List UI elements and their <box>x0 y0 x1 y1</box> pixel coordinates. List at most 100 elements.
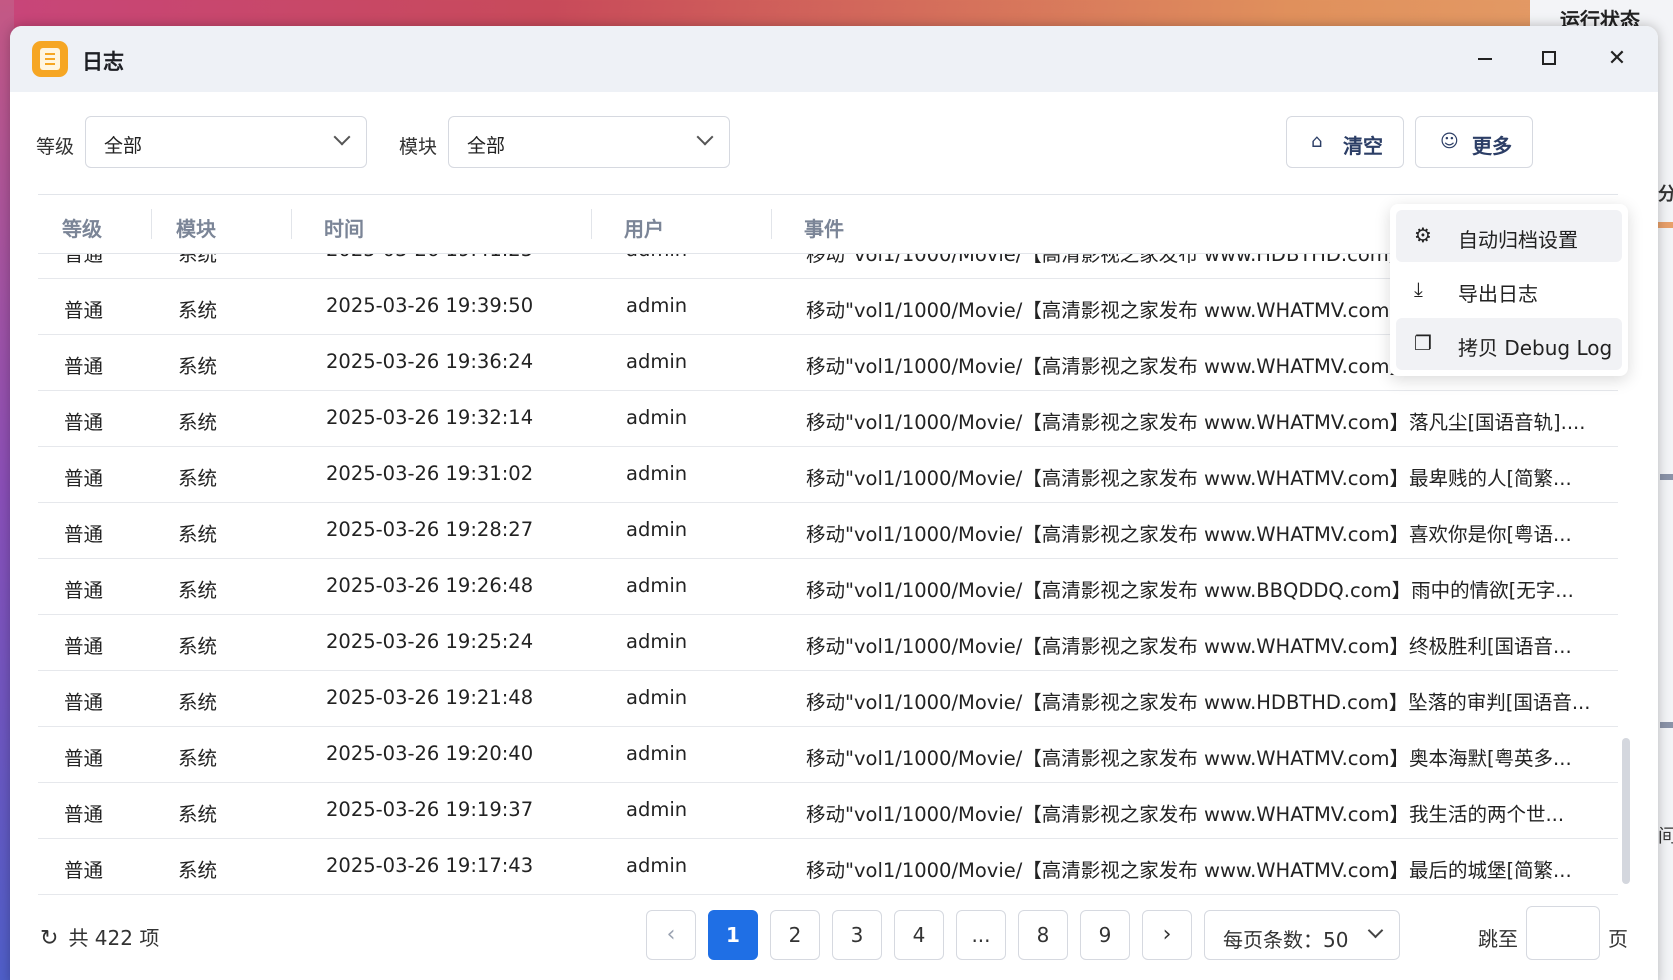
table-row[interactable]: 普通 系统 2025-03-26 19:20:40 admin 移动"vol1/1000… <box>38 727 1618 783</box>
column-header-level[interactable]: 等级 <box>62 213 102 242</box>
menu-item-auto-archive[interactable]: ⚙ 自动归档设置 <box>1396 210 1622 262</box>
table-row[interactable]: 普通 系统 2025-03-26 19:32:14 admin 移动"vol1/1000… <box>38 391 1618 447</box>
menu-item-copy-debug-log[interactable]: ❐ 拷贝 Debug Log <box>1396 318 1622 370</box>
menu-item-label: 导出日志 <box>1458 282 1538 306</box>
table-row[interactable]: 普通 系统 2025-03-26 19:17:43 admin 移动"vol1/1000… <box>38 839 1618 895</box>
table-body: 普通系统2025-03-26 19:41:25admin移动"vol1/1000… <box>38 223 1618 895</box>
side-panel-fragment: 分 <box>1658 184 1673 205</box>
cell-time: 2025-03-26 19:20:40 <box>326 742 534 765</box>
log-table: 等级 模块 时间 用户 事件 普通系统2025-03-26 19:41:25ad… <box>38 194 1618 905</box>
clear-button[interactable]: ⌂ 清空 <box>1286 116 1404 168</box>
cell-user: admin <box>626 798 688 821</box>
side-panel-accent <box>1658 222 1673 228</box>
cell-user: admin <box>626 294 688 317</box>
page-button-1[interactable]: 1 <box>708 910 758 960</box>
cell-module: 系统 <box>178 803 218 826</box>
table-row[interactable]: 普通 系统 2025-03-26 19:19:37 admin 移动"vol1/1000… <box>38 783 1618 839</box>
side-panel-fragment: 间 <box>1658 826 1673 847</box>
minimize-button[interactable] <box>1470 44 1500 74</box>
cell-level: 普通 <box>64 299 104 322</box>
cell-event: 移动"vol1/1000/Movie/【高清影视之家发布 www.WHATMV.… <box>806 635 1572 658</box>
refresh-icon[interactable]: ↻ <box>40 926 58 951</box>
side-panel-mark <box>1660 474 1673 480</box>
download-icon: ⤓ <box>1414 277 1423 301</box>
jump-page-input[interactable] <box>1526 906 1600 960</box>
jump-suffix: 页 <box>1608 927 1628 951</box>
level-select[interactable]: 全部 <box>85 116 367 168</box>
table-row[interactable]: 普通 系统 2025-03-26 19:26:48 admin 移动"vol1/1000… <box>38 559 1618 615</box>
cell-event: 移动"vol1/1000/Movie/【高清影视之家发布 www.WHATMV.… <box>806 523 1572 546</box>
cell-level: 普通 <box>64 691 104 714</box>
level-filter-label: 等级 <box>36 136 75 158</box>
jump-label: 跳至 <box>1478 927 1518 951</box>
cell-user: admin <box>626 462 688 485</box>
cell-user: admin <box>626 630 688 653</box>
cell-level: 普通 <box>64 579 104 602</box>
table-row[interactable]: 普通 系统 2025-03-26 19:28:27 admin 移动"vol1/1000… <box>38 503 1618 559</box>
cell-module: 系统 <box>178 859 218 882</box>
cell-time: 2025-03-26 19:31:02 <box>326 462 534 485</box>
more-button[interactable]: ☺ 更多 <box>1415 116 1533 168</box>
chevron-down-icon <box>333 128 351 146</box>
cell-level: 普通 <box>64 411 104 434</box>
prev-page-button[interactable]: ‹ <box>646 910 696 960</box>
chevron-down-icon <box>696 128 714 146</box>
page-button-3[interactable]: 3 <box>832 910 882 960</box>
copy-icon: ❐ <box>1414 331 1432 355</box>
page-button-4[interactable]: 4 <box>894 910 944 960</box>
page-size-select[interactable]: 每页条数：50 <box>1204 910 1400 960</box>
cell-event: 移动"vol1/1000/Movie/【高清影视之家发布 www.BBQDDQ.… <box>806 579 1574 602</box>
menu-item-label: 自动归档设置 <box>1458 228 1578 252</box>
page-ellipsis[interactable]: ... <box>956 910 1006 960</box>
gear-icon: ⚙ <box>1414 223 1432 247</box>
table-row[interactable]: 普通 系统 2025-03-26 19:25:24 admin 移动"vol1/1000… <box>38 615 1618 671</box>
table-scrollbar[interactable] <box>1622 738 1630 884</box>
cell-time: 2025-03-26 19:39:50 <box>326 294 534 317</box>
cell-user: admin <box>626 406 688 429</box>
cell-event: 移动"vol1/1000/Movie/【高清影视之家发布 www.WHATMV.… <box>806 411 1586 434</box>
cell-user: admin <box>626 686 688 709</box>
column-header-time[interactable]: 时间 <box>324 213 364 242</box>
cell-module: 系统 <box>178 355 218 378</box>
module-select[interactable]: 全部 <box>448 116 730 168</box>
cell-level: 普通 <box>64 635 104 658</box>
cell-level: 普通 <box>64 803 104 826</box>
page-button-8[interactable]: 8 <box>1018 910 1068 960</box>
cell-time: 2025-03-26 19:26:48 <box>326 574 534 597</box>
total-count-text: 共 422 项 <box>68 926 160 950</box>
cell-time: 2025-03-26 19:32:14 <box>326 406 534 429</box>
cell-event: 移动"vol1/1000/Movie/【高清影视之家发布 www.WHATMV.… <box>806 859 1572 882</box>
column-header-user[interactable]: 用户 <box>624 213 664 242</box>
column-header-event[interactable]: 事件 <box>804 213 844 242</box>
module-filter-label: 模块 <box>399 136 438 158</box>
close-button[interactable]: ✕ <box>1602 44 1632 74</box>
cell-module: 系统 <box>178 523 218 546</box>
cell-time: 2025-03-26 19:28:27 <box>326 518 534 541</box>
page-button-9[interactable]: 9 <box>1080 910 1130 960</box>
table-row[interactable]: 普通 系统 2025-03-26 19:21:48 admin 移动"vol1/1000… <box>38 671 1618 727</box>
cell-event: 移动"vol1/1000/Movie/【高清影视之家发布 www.HDBTHD.… <box>806 691 1591 714</box>
cell-user: admin <box>626 742 688 765</box>
cell-time: 2025-03-26 19:36:24 <box>326 350 534 373</box>
cell-time: 2025-03-26 19:19:37 <box>326 798 534 821</box>
table-row[interactable]: 普通 系统 2025-03-26 19:36:24 admin 移动"vol1/1000… <box>38 335 1618 391</box>
table-row[interactable]: 普通 系统 2025-03-26 19:31:02 admin 移动"vol1/1000… <box>38 447 1618 503</box>
cell-module: 系统 <box>178 467 218 490</box>
cell-event: 移动"vol1/1000/Movie/【高清影视之家发布 www.WHATMV.… <box>806 803 1565 826</box>
cell-event: 移动"vol1/1000/Movie/【高清影视之家发布 www.WHATMV.… <box>806 747 1572 770</box>
page-button-2[interactable]: 2 <box>770 910 820 960</box>
more-button-label: 更多 <box>1472 134 1512 158</box>
cell-time: 2025-03-26 19:21:48 <box>326 686 534 709</box>
menu-item-export-log[interactable]: ⤓ 导出日志 <box>1396 264 1622 316</box>
log-window: 日志 ✕ 等级 全部 模块 全部 ⌂ 清空 ☺ 更多 等级 模块 时间 用户 事… <box>10 26 1658 980</box>
page-size-value: 每页条数：50 <box>1223 928 1349 952</box>
column-header-module[interactable]: 模块 <box>176 213 216 242</box>
cell-time: 2025-03-26 19:17:43 <box>326 854 534 877</box>
table-row[interactable]: 普通 系统 2025-03-26 19:39:50 admin 移动"vol1/1000… <box>38 279 1618 335</box>
cell-user: admin <box>626 854 688 877</box>
next-page-button[interactable]: › <box>1142 910 1192 960</box>
table-header: 等级 模块 时间 用户 事件 <box>38 195 1618 254</box>
maximize-button[interactable] <box>1535 44 1565 74</box>
cell-level: 普通 <box>64 467 104 490</box>
title-bar[interactable]: 日志 ✕ <box>10 26 1658 92</box>
